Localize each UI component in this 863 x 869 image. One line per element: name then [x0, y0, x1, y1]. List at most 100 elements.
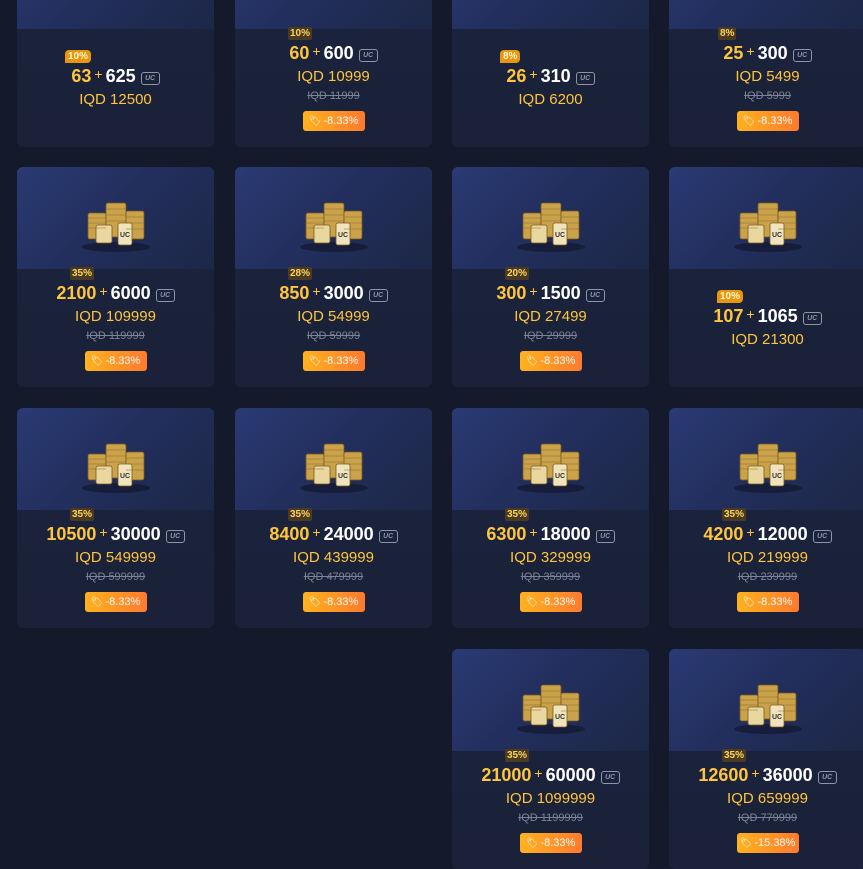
uc-amount: 25 +300 UC [669, 43, 863, 64]
uc-amount: 2100 +6000 UC [17, 283, 214, 304]
uc-icon: UC [378, 530, 398, 543]
base-uc-amount: 310 [540, 66, 571, 86]
bonus-percent-badge: 35% [722, 508, 747, 521]
base-uc-amount: 30000 [110, 524, 161, 544]
bonus-percent-badge: 35% [722, 749, 747, 762]
discount-badge: 🏷︎ -8.33% [302, 592, 365, 612]
price-tag-icon: 🏷︎ [90, 597, 104, 608]
uc-package-card[interactable]: UC 35% 6300 +18000 UC IQD 329999 IQD 359999 🏷︎ -… [452, 408, 649, 628]
uc-icon: UC [165, 530, 185, 543]
price-tag-icon: 🏷︎ [525, 838, 539, 849]
price: IQD 1099999 [505, 790, 596, 807]
card-image-area [452, 0, 649, 29]
uc-coin-stack-image: UC [81, 202, 150, 252]
price-tag-icon: 🏷︎ [525, 597, 539, 608]
svg-text:UC: UC [554, 232, 564, 239]
uc-package-card[interactable]: UC 35% 4200 +12000 UC IQD 219999 IQD 239999 🏷︎ -… [669, 408, 863, 628]
uc-icon: UC [792, 49, 812, 62]
uc-amount: 26 +310 UC [452, 66, 649, 87]
uc-package-card[interactable]: 10% 60 +600 UC IQD 10999 IQD 11999 🏷︎ -8.33% [235, 0, 432, 147]
svg-text:UC: UC [337, 232, 347, 239]
uc-amount: 4200 +12000 UC [669, 524, 863, 545]
discount-badge: 🏷︎ -8.33% [302, 351, 365, 371]
base-uc-amount: 1500 [540, 283, 581, 303]
base-uc-amount: 1065 [757, 306, 798, 326]
svg-text:UC: UC [337, 473, 347, 480]
svg-text:UC: UC [771, 714, 781, 721]
bonus-percent-badge: 10% [288, 27, 313, 40]
price: IQD 21300 [731, 331, 804, 348]
uc-amount: 12600 +36000 UC [669, 765, 863, 786]
uc-package-card[interactable]: 8% 26 +310 UC IQD 6200 [452, 0, 649, 147]
price-tag-icon: 🏷︎ [742, 597, 756, 608]
uc-coin-stack-image: UC [516, 202, 585, 252]
bonus-percent-badge: 10% [717, 290, 744, 303]
uc-amount: 60 +600 UC [235, 43, 432, 64]
uc-package-card[interactable]: UC 20% 300 +1500 UC IQD 27499 IQD 29999 🏷︎ -8.33… [452, 167, 649, 387]
bonus-percent-badge: 20% [505, 267, 530, 280]
uc-coin-stack-image: UC [516, 443, 585, 493]
price-tag-icon: 🏷︎ [742, 116, 756, 127]
plus-sign: + [312, 43, 321, 59]
base-uc-amount: 18000 [540, 524, 591, 544]
bonus-percent-badge: 35% [505, 749, 530, 762]
bonus-uc-amount: 25 [723, 43, 744, 63]
bonus-uc-amount: 26 [506, 66, 527, 86]
plus-sign: + [746, 306, 755, 322]
uc-icon: UC [155, 289, 175, 302]
price: IQD 109999 [75, 308, 156, 325]
bonus-percent-badge: 35% [505, 508, 530, 521]
bonus-percent-badge: 10% [65, 50, 92, 63]
original-price: IQD 59999 [306, 330, 361, 342]
price: IQD 439999 [293, 549, 374, 566]
uc-icon: UC [358, 49, 378, 62]
uc-package-card[interactable]: UC 35% 21000 +60000 UC IQD 1099999 IQD 1199999… [452, 649, 649, 869]
bonus-uc-amount: 300 [496, 283, 527, 303]
original-price: IQD 779999 [737, 812, 798, 824]
uc-package-card[interactable]: UC 35% 2100 +6000 UC IQD 109999 IQD 119999 🏷︎ -8… [17, 167, 214, 387]
uc-package-card[interactable]: UC 10% 107 +1065 UC IQD 21300 [669, 167, 863, 387]
plus-sign: + [99, 524, 108, 540]
price-tag-icon: 🏷︎ [525, 356, 539, 367]
price: IQD 54999 [297, 308, 370, 325]
uc-package-card[interactable]: UC 35% 8400 +24000 UC IQD 439999 IQD 479999 🏷︎ -… [235, 408, 432, 628]
uc-icon: UC [595, 530, 615, 543]
uc-package-card[interactable]: UC 28% 850 +3000 UC IQD 54999 IQD 59999 🏷︎ -8.33… [235, 167, 432, 387]
original-price: IQD 29999 [523, 330, 578, 342]
uc-coin-stack-image: UC [516, 684, 585, 734]
discount-text: -8.33% [540, 837, 576, 849]
discount-text: -8.33% [105, 355, 141, 367]
base-uc-amount: 600 [323, 43, 354, 63]
base-uc-amount: 12000 [757, 524, 808, 544]
uc-coin-stack-image: UC [733, 684, 802, 734]
price-tag-icon: 🏷︎ [308, 116, 322, 127]
plus-sign: + [312, 283, 321, 299]
bonus-uc-amount: 60 [289, 43, 310, 63]
uc-coin-stack-image: UC [733, 443, 802, 493]
uc-coin-stack-image: UC [733, 202, 802, 252]
discount-text: -8.33% [323, 596, 359, 608]
price: IQD 219999 [727, 549, 808, 566]
uc-coin-stack-image: UC [299, 202, 368, 252]
discount-text: -8.33% [540, 355, 576, 367]
uc-package-card[interactable]: UC 35% 12600 +36000 UC IQD 659999 IQD 779999 🏷︎… [669, 649, 863, 869]
uc-package-card[interactable]: UC 35% 10500 +30000 UC IQD 549999 IQD 599999 🏷︎… [17, 408, 214, 628]
uc-package-card[interactable]: 8% 25 +300 UC IQD 5499 IQD 5999 🏷︎ -8.33% [669, 0, 863, 147]
discount-badge: 🏷︎ -8.33% [519, 592, 582, 612]
original-price: IQD 1199999 [518, 812, 583, 824]
uc-package-grid: 10% 63 +625 UC IQD 12500 10% 60 +600 UC IQD 10999… [0, 0, 863, 869]
uc-icon: UC [368, 289, 388, 302]
discount-badge: 🏷︎ -8.33% [84, 592, 147, 612]
discount-badge: 🏷︎ -15.38% [736, 833, 799, 853]
discount-text: -8.33% [323, 355, 359, 367]
original-price: IQD 359999 [520, 571, 581, 583]
svg-text:UC: UC [119, 473, 129, 480]
plus-sign: + [529, 283, 538, 299]
svg-text:UC: UC [119, 232, 129, 239]
uc-package-card[interactable]: 10% 63 +625 UC IQD 12500 [17, 0, 214, 147]
discount-badge: 🏷︎ -8.33% [736, 111, 799, 131]
uc-amount: 6300 +18000 UC [452, 524, 649, 545]
price: IQD 12500 [79, 91, 152, 108]
uc-amount: 300 +1500 UC [452, 283, 649, 304]
base-uc-amount: 3000 [323, 283, 364, 303]
